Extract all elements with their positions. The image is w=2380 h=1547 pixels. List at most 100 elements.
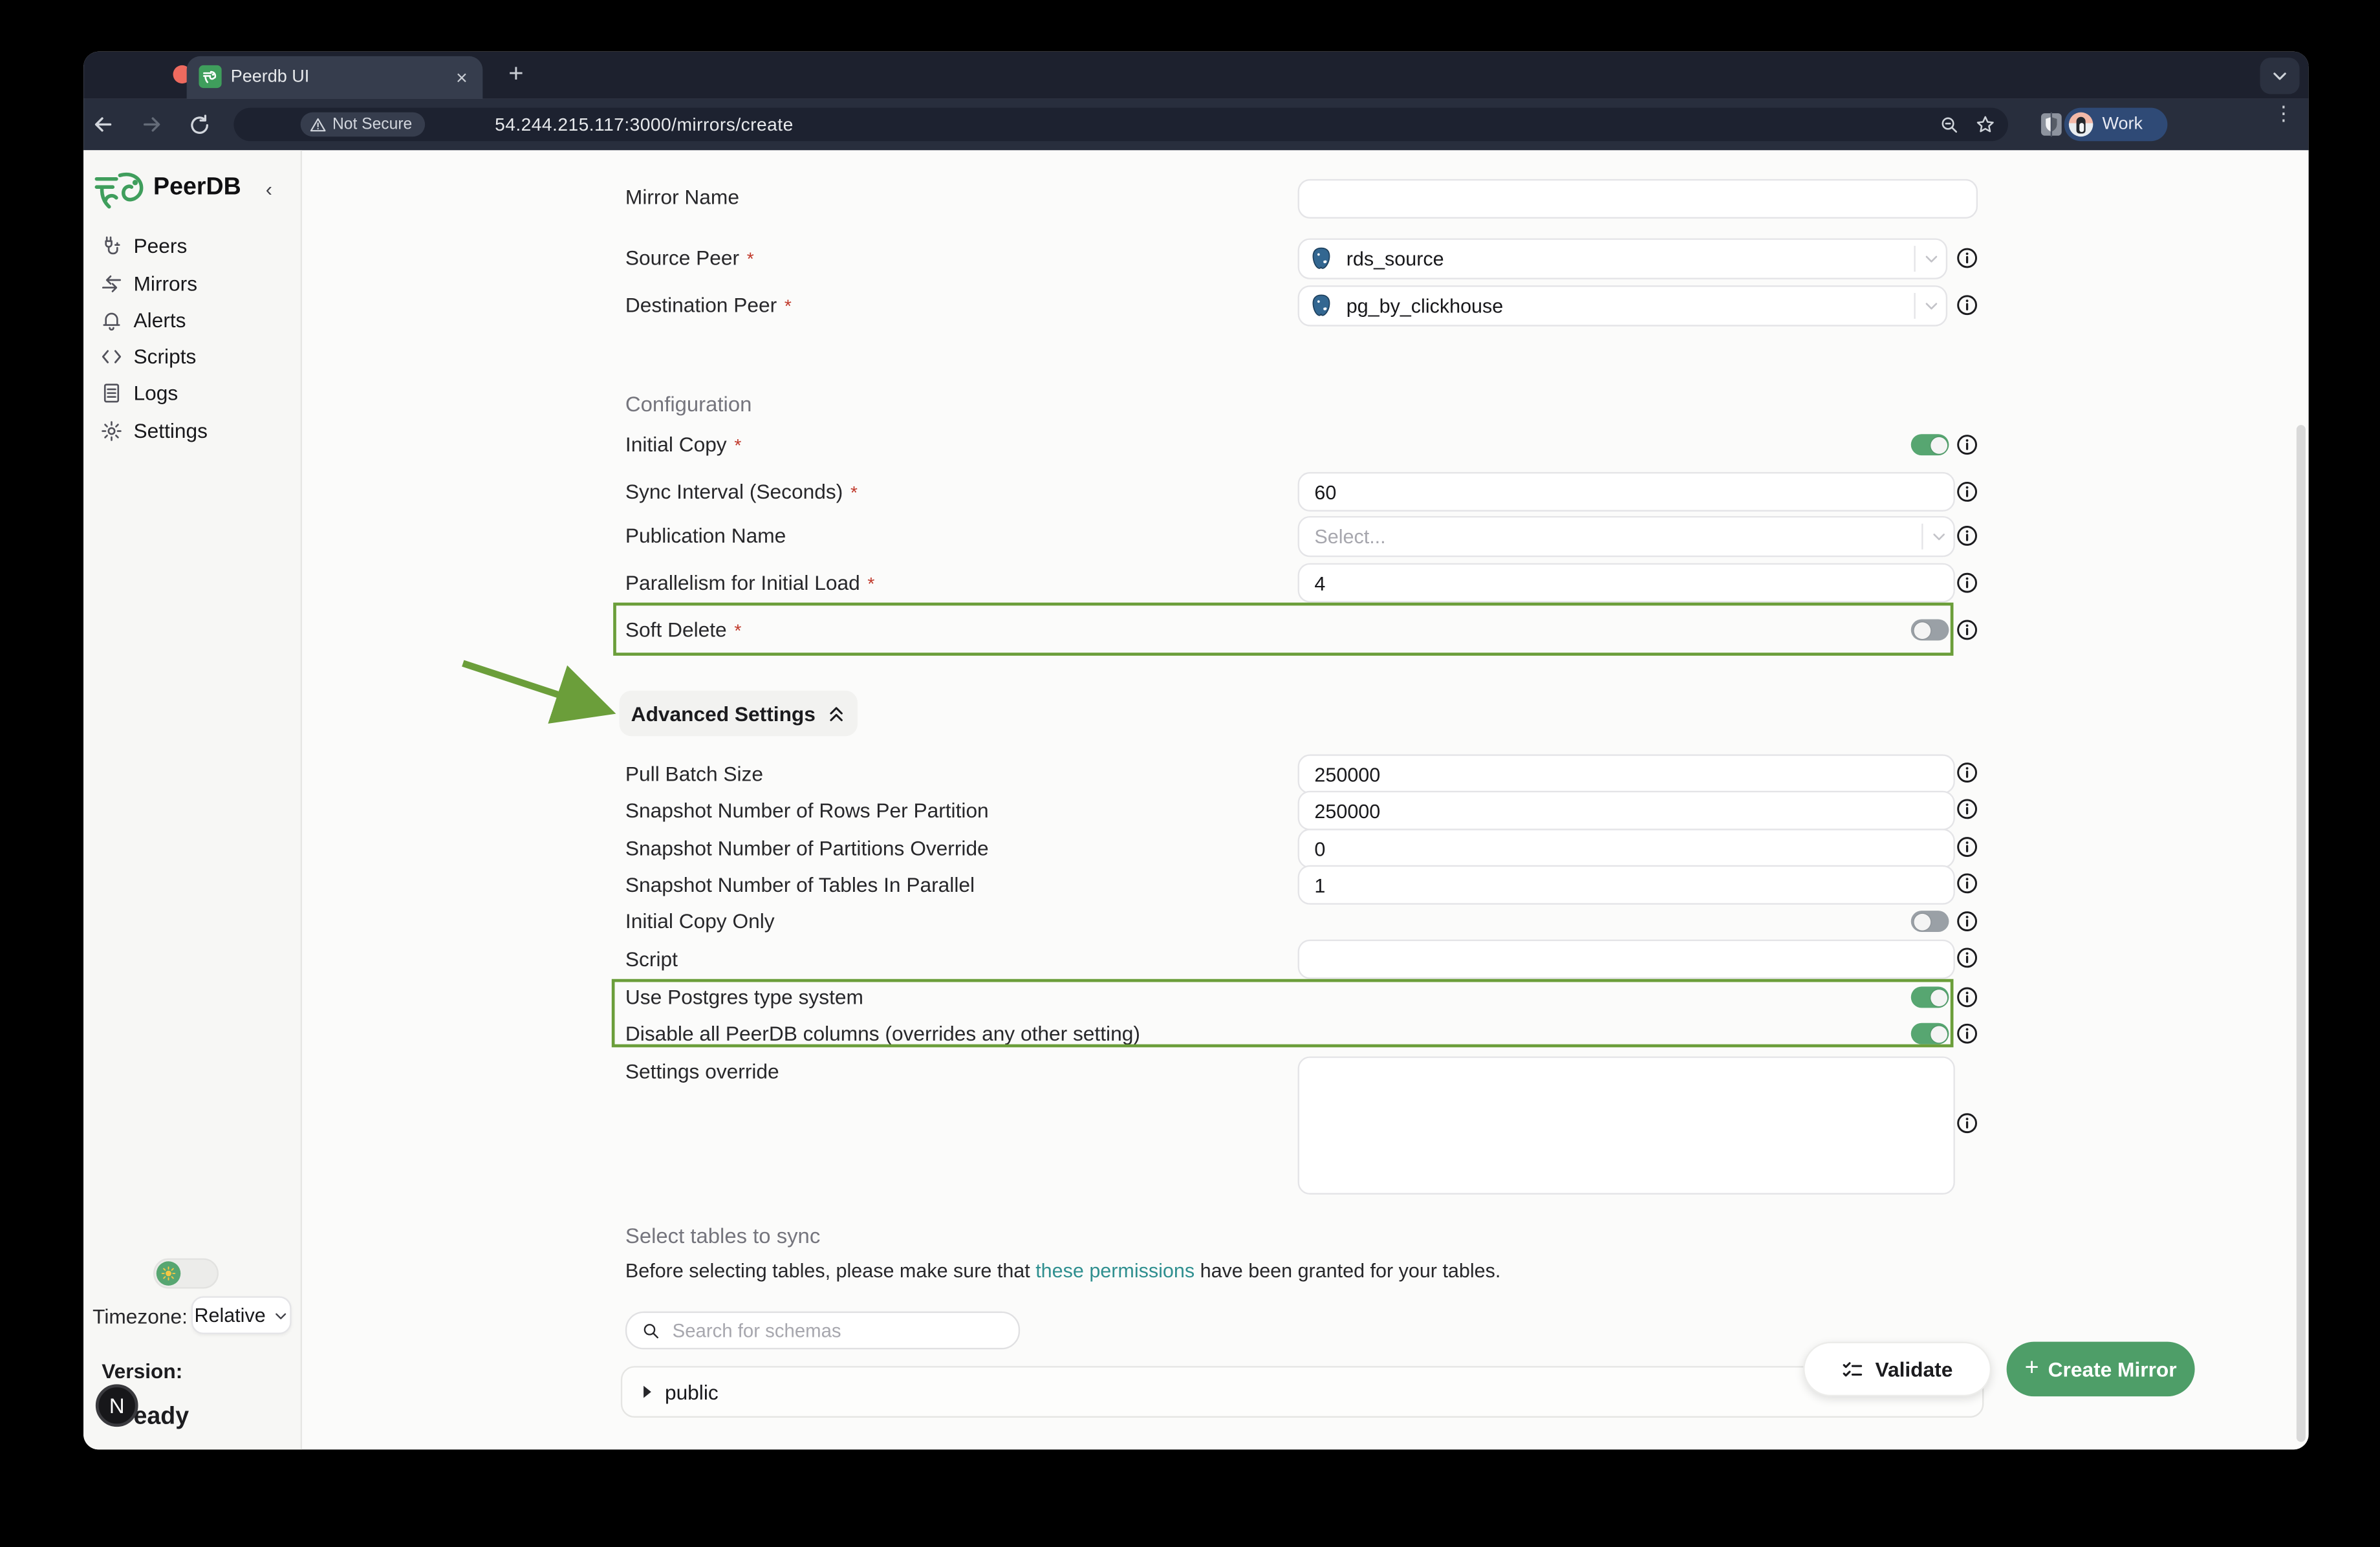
sync-interval-input[interactable] [1298, 472, 1955, 512]
timezone-select[interactable]: Relative [191, 1296, 292, 1334]
plus-icon: + [2025, 1356, 2039, 1383]
new-tab-button[interactable]: + [496, 54, 536, 94]
info-icon[interactable] [1956, 1112, 1978, 1134]
sidebar-item-mirrors[interactable]: Mirrors [83, 267, 302, 301]
version-value: eady [134, 1404, 189, 1431]
info-icon[interactable] [1956, 1022, 1978, 1045]
source-peer-value: rds_source [1347, 248, 1914, 270]
sidebar-collapse-icon[interactable]: ‹ [266, 178, 272, 200]
checklist-icon [1842, 1358, 1865, 1380]
back-button[interactable] [83, 99, 123, 151]
initial-copy-only-toggle[interactable] [1911, 911, 1949, 932]
not-secure-label: Not Secure [332, 115, 412, 133]
settings-gear-icon [100, 420, 123, 442]
screenshot-stage: Peerdb UI × + Not Secure [0, 0, 2380, 1546]
brand-title: PeerDB [153, 175, 241, 202]
configuration-heading: Configuration [625, 392, 752, 416]
mirror-name-label: Mirror Name [625, 186, 739, 208]
permissions-notice: Before selecting tables, please make sur… [625, 1259, 1500, 1282]
info-icon[interactable] [1956, 618, 1978, 641]
schema-search-input[interactable] [669, 1318, 1019, 1343]
snapshot-partitions-input[interactable] [1298, 828, 1955, 868]
info-icon[interactable] [1956, 910, 1978, 933]
info-icon[interactable] [1956, 433, 1978, 456]
peerdb-logo-icon [92, 170, 147, 210]
sidebar-item-scripts[interactable]: Scripts [83, 340, 302, 374]
info-icon[interactable] [1956, 525, 1978, 547]
info-icon[interactable] [1956, 572, 1978, 594]
profile-label: Work [2102, 115, 2142, 133]
validate-button[interactable]: Validate [1803, 1342, 1991, 1396]
publication-name-select[interactable]: Select... [1298, 516, 1955, 557]
sidebar-item-peers[interactable]: Peers [83, 229, 302, 263]
info-icon[interactable] [1956, 836, 1978, 858]
sidebar-item-label: Logs [134, 382, 178, 404]
info-icon[interactable] [1956, 294, 1978, 316]
mirrors-arrows-icon [100, 272, 123, 295]
snapshot-rows-input[interactable] [1298, 791, 1955, 830]
browser-menu-icon[interactable]: ⋮ [2274, 111, 2280, 138]
sync-interval-label: Sync Interval (Seconds)* [625, 481, 858, 503]
scripts-code-icon [100, 345, 123, 368]
annotation-highlight-soft-delete [613, 603, 1953, 656]
schema-row-public[interactable]: public [621, 1366, 1984, 1418]
chevron-down-icon[interactable] [1916, 298, 1946, 314]
sidebar-item-label: Mirrors [134, 272, 198, 295]
timezone-label: Timezone: [92, 1305, 188, 1328]
url-text: 54.244.215.117:3000/mirrors/create [495, 114, 794, 135]
initial-copy-toggle[interactable] [1911, 434, 1949, 455]
settings-override-textarea[interactable] [1298, 1056, 1955, 1195]
chevron-down-icon[interactable] [1923, 528, 1954, 545]
version-label: Version: [102, 1360, 182, 1383]
expand-triangle-icon[interactable] [644, 1386, 651, 1398]
permissions-link[interactable]: these permissions [1035, 1259, 1195, 1282]
schema-search[interactable] [625, 1312, 1020, 1350]
search-icon [642, 1321, 660, 1339]
pull-batch-size-label: Pull Batch Size [625, 763, 763, 785]
theme-toggle[interactable] [153, 1259, 219, 1289]
script-label: Script [625, 948, 678, 971]
zoom-icon[interactable] [1940, 114, 1960, 135]
timezone-value: Relative [194, 1304, 265, 1326]
tab-close-icon[interactable]: × [456, 67, 468, 87]
scrollbar-thumb[interactable] [2297, 425, 2306, 1442]
info-icon[interactable] [1956, 761, 1978, 784]
destination-peer-value: pg_by_clickhouse [1347, 294, 1914, 317]
sidebar-item-alerts[interactable]: Alerts [83, 303, 302, 337]
not-secure-chip[interactable]: Not Secure [301, 113, 424, 137]
reload-button[interactable] [179, 99, 219, 151]
source-peer-select[interactable]: rds_source [1298, 238, 1947, 279]
sidebar-item-label: Peers [134, 235, 188, 257]
forward-button[interactable] [132, 99, 171, 151]
advanced-settings-button[interactable]: Advanced Settings [620, 691, 858, 736]
settings-override-label: Settings override [625, 1060, 779, 1083]
initial-copy-label: Initial Copy* [625, 433, 741, 456]
browser-toolbar: Not Secure 54.244.215.117:3000/mirrors/c… [83, 99, 2309, 151]
tab-search-button[interactable] [2260, 58, 2300, 94]
sun-icon [157, 1261, 181, 1286]
destination-peer-select[interactable]: pg_by_clickhouse [1298, 285, 1947, 326]
chevron-down-icon[interactable] [1916, 250, 1946, 267]
pull-batch-size-input[interactable] [1298, 754, 1955, 794]
info-icon[interactable] [1956, 797, 1978, 820]
profile-button[interactable]: Work [2064, 108, 2168, 142]
bookmark-star-icon[interactable] [1974, 114, 1996, 135]
destination-peer-label: Destination Peer* [625, 294, 792, 316]
info-icon[interactable] [1956, 986, 1978, 1008]
sidebar-item-logs[interactable]: Logs [83, 376, 302, 410]
mirror-name-input[interactable] [1298, 179, 1978, 219]
script-input[interactable] [1298, 940, 1955, 979]
address-bar[interactable]: Not Secure 54.244.215.117:3000/mirrors/c… [233, 108, 2008, 142]
create-mirror-button[interactable]: + Create Mirror [2007, 1342, 2195, 1396]
info-icon[interactable] [1956, 246, 1978, 269]
info-icon[interactable] [1956, 481, 1978, 503]
parallelism-input[interactable] [1298, 563, 1955, 603]
sidebar-item-settings[interactable]: Settings [83, 415, 302, 448]
publication-placeholder: Select... [1314, 525, 1921, 548]
info-icon[interactable] [1956, 872, 1978, 894]
info-icon[interactable] [1956, 946, 1978, 969]
tab-peerdb-ui[interactable]: Peerdb UI × [187, 56, 483, 99]
snapshot-tables-input[interactable] [1298, 865, 1955, 905]
alerts-bell-icon [100, 309, 123, 332]
nextjs-badge[interactable]: N [96, 1384, 138, 1427]
